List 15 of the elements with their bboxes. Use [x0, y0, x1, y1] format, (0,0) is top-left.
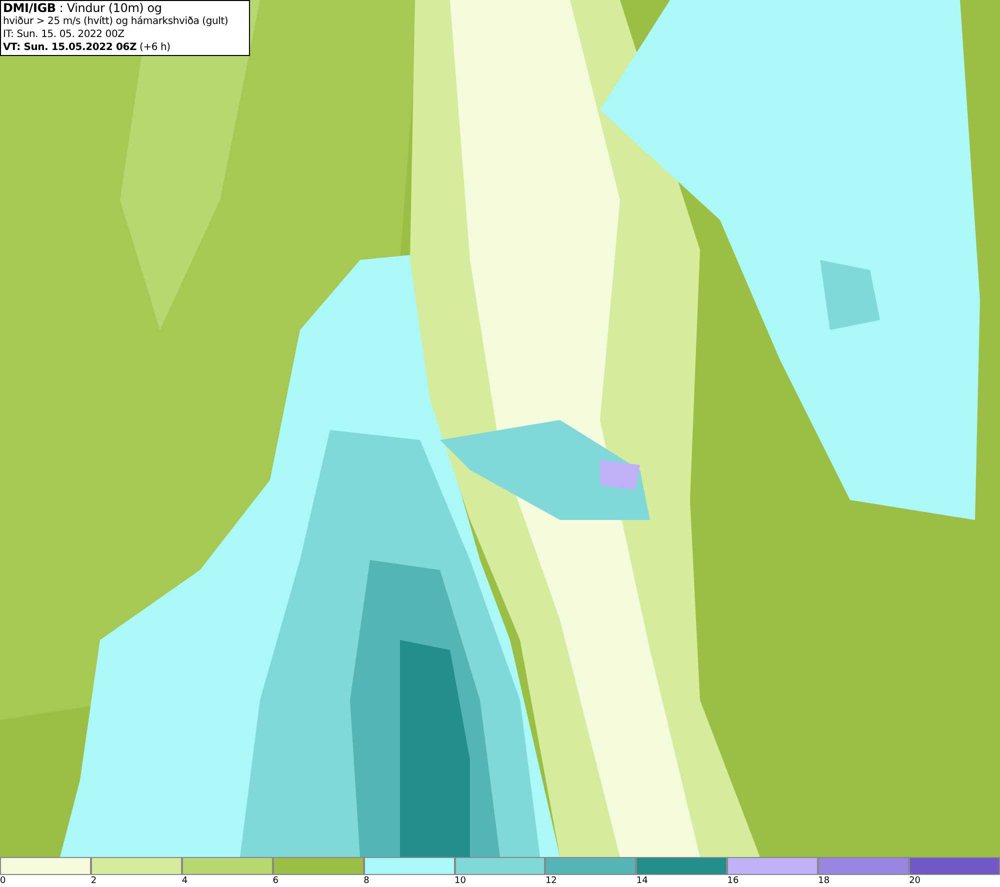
legend-label: 2 — [90, 875, 97, 887]
legend-label: 4 — [182, 875, 188, 887]
legend-label: 6 — [272, 875, 278, 887]
legend-label: 8 — [364, 875, 370, 887]
header-text: VT: Sun. 15.05.2022 06Z (+6 h) — [3, 41, 170, 54]
header-text: IT: Sun. 15. 05. 2022 00Z — [3, 28, 124, 41]
legend-label: 20 — [909, 875, 921, 887]
legend-label: 18 — [818, 875, 830, 887]
header-text: hviður > 25 m/s (hvítt) og hámarkshviða (gult) — [3, 15, 228, 28]
legend-label: 0 — [0, 875, 6, 887]
legend-label: 14 — [636, 875, 648, 887]
legend-label: 16 — [727, 875, 739, 887]
legend-label: 12 — [545, 875, 557, 887]
legend-label: 10 — [454, 875, 466, 887]
header-text: DMI/IGB : Vindur (10m) og — [3, 2, 162, 15]
